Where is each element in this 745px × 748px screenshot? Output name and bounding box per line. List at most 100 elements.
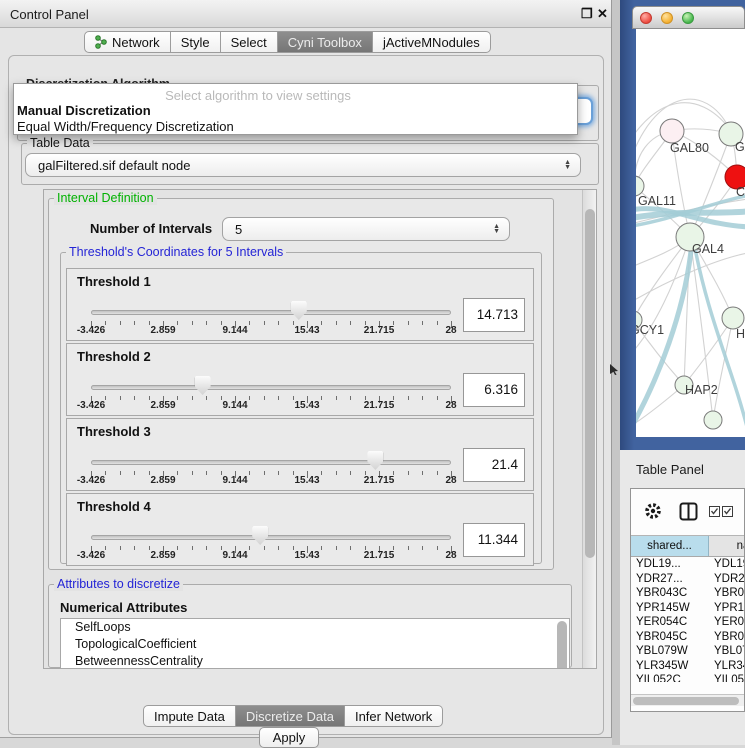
table-row[interactable]: YER054CYER054C [631,616,745,631]
slider-tick [437,471,438,475]
slider-tick [192,321,193,325]
network-node-label: H [736,327,745,341]
slider-track[interactable] [91,385,451,390]
minimize-traffic-light-icon[interactable] [661,12,673,24]
slider-tick [422,321,423,325]
table-row[interactable]: YDL19...YDL194W [631,558,745,573]
attribute-list-item[interactable]: BetweennessCentrality [61,653,569,669]
table-row[interactable]: YPR145WYPR145W [631,602,745,617]
mouse-cursor [610,364,619,375]
table-hscrollbar-thumb[interactable] [633,697,739,705]
slider-thumb[interactable] [252,526,268,545]
slider-tick [408,321,409,325]
thresholds-group-title: Threshold's Coordinates for 5 Intervals [66,245,286,259]
algorithm-dropdown-popup: Select algorithm to view settings Manual… [13,83,578,135]
column-header-shared-name[interactable]: shared... [631,536,709,556]
close-icon[interactable]: ✕ [597,6,608,22]
table-row[interactable]: YBR043CYBR043C [631,587,745,602]
numerical-attributes-list[interactable]: SelfLoopsTopologicalCoefficientBetweenne… [60,618,570,669]
attribute-list-scrollbar[interactable] [557,621,567,669]
threshold-value-field[interactable]: 11.344 [463,523,525,557]
slider-thumb[interactable] [195,376,211,395]
settings-scrollbar-track[interactable] [582,190,596,669]
tab-impute-data[interactable]: Impute Data [143,705,236,727]
tab-infer-network[interactable]: Infer Network [345,705,443,727]
threshold-value-field[interactable]: 14.713 [463,298,525,332]
table-row[interactable]: YLR345WYLR345W [631,660,745,675]
network-canvas[interactable]: GAL80GACGAL11GAL4GCY1HHAP2 [636,29,745,437]
network-node-bottom-node[interactable] [704,411,722,429]
slider-tick [206,321,207,325]
slider-track[interactable] [91,460,451,465]
top-tab-bar: Network Style Select Cyni Toolbox jActiv… [84,31,491,53]
slider-tick-label: 15.43 [294,400,319,411]
cell-name: YBL079W [709,645,745,660]
slider-tick [278,471,279,475]
slider-tick-label: 15.43 [294,325,319,336]
slider-tick [350,546,351,550]
cell-shared-name: YER054C [631,616,709,631]
gear-icon[interactable] [644,502,662,520]
slider-tick [321,546,322,550]
number-of-intervals-combobox[interactable]: 5 ▲▼ [222,217,510,241]
slider-tick [192,471,193,475]
slider-tick [293,396,294,400]
slider-thumb[interactable] [291,301,307,320]
network-node-label: GAL80 [670,141,709,155]
tab-network[interactable]: Network [84,31,171,53]
tab-style[interactable]: Style [171,31,221,53]
cell-shared-name: YBR045C [631,631,709,646]
tab-discretize-data[interactable]: Discretize Data [236,705,345,727]
slider-tick [336,471,337,475]
slider-tick [149,546,150,550]
column-header-name[interactable]: name [709,536,745,556]
slider-track[interactable] [91,310,451,315]
slider-thumb[interactable] [367,451,383,470]
slider-tick [336,321,337,325]
tab-select[interactable]: Select [221,31,278,53]
menu-item-manual-discretization[interactable]: Manual Discretization [17,103,151,118]
menu-item-equal-width-frequency[interactable]: Equal Width/Frequency Discretization [17,119,234,134]
network-graph[interactable]: GAL80GACGAL11GAL4GCY1HHAP2 [636,29,745,437]
threshold-value-field[interactable]: 21.4 [463,448,525,482]
slider-tick-label: 9.144 [222,475,247,486]
slider-tick [408,546,409,550]
cell-name: YER054C [709,616,745,631]
settings-scrollbar-thumb[interactable] [585,209,595,558]
network-window-titlebar[interactable] [632,6,745,29]
network-node-H-right[interactable] [722,307,744,329]
threshold-slider-row: Threshold 4-3.4262.8599.14415.4321.71528… [66,493,534,566]
network-node-GAL80[interactable] [660,119,684,143]
column-layout-icon[interactable] [679,502,698,521]
attribute-list-item[interactable]: SelfLoops [61,619,569,636]
table-row[interactable]: YBL079WYBL079W [631,645,745,660]
table-row[interactable]: YBR045CYBR045C [631,631,745,646]
slider-tick [149,471,150,475]
close-traffic-light-icon[interactable] [640,12,652,24]
table-body: YDL19...YDL194WYDR27...YDR277CYBR043CYBR… [631,558,745,682]
select-columns-icon[interactable] [709,506,733,517]
table-row[interactable]: YDR27...YDR277C [631,573,745,588]
table-row[interactable]: YIL052CYIL052C [631,674,745,682]
slider-tick [134,396,135,400]
slider-tick [105,396,106,400]
slider-tick [293,546,294,550]
float-window-icon[interactable]: ❐ [581,6,593,22]
threshold-value-field[interactable]: 6.316 [463,373,525,407]
slider-tick [120,546,121,550]
tab-style-label: Style [181,35,210,50]
interval-definition-title: Interval Definition [54,191,157,205]
network-node-label: GCY1 [636,323,664,337]
slider-tick-label: 2.859 [150,475,175,486]
slider-tick [264,546,265,550]
tab-cyni-toolbox[interactable]: Cyni Toolbox [278,31,373,53]
tab-jactivemnodules[interactable]: jActiveMNodules [373,31,491,53]
attribute-list-item[interactable]: TopologicalCoefficient [61,636,569,653]
zoom-traffic-light-icon[interactable] [682,12,694,24]
slider-tick [321,396,322,400]
slider-tick [120,321,121,325]
slider-track[interactable] [91,535,451,540]
number-of-intervals-label: Number of Intervals [90,221,212,236]
table-hscrollbar[interactable] [631,694,744,706]
table-data-combobox[interactable]: galFiltered.sif default node ▲▼ [25,153,581,177]
